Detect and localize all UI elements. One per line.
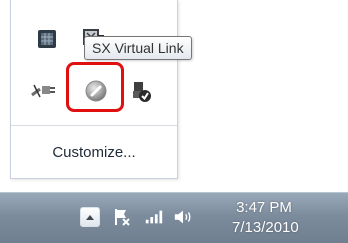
divider (11, 125, 177, 126)
customize-link[interactable]: Customize... (11, 144, 177, 161)
show-hidden-icons-button[interactable] (80, 207, 100, 227)
device-status-icon[interactable] (128, 78, 154, 104)
unplugged-cable-icon[interactable] (30, 78, 56, 104)
action-center-flag-icon[interactable] (112, 207, 132, 227)
taskbar: 3:47 PM 7/13/2010 (0, 192, 348, 243)
network-icon[interactable] (144, 207, 164, 227)
clock[interactable]: 3:47 PM 7/13/2010 (232, 198, 299, 238)
clock-date: 7/13/2010 (232, 219, 299, 236)
highlight-box (66, 62, 124, 112)
chevron-up-icon (86, 215, 94, 220)
clock-time: 3:47 PM (236, 199, 292, 216)
volume-icon[interactable] (173, 207, 193, 227)
notification-overflow-panel: Customize... (10, 0, 178, 179)
grid-box-icon[interactable] (34, 26, 60, 52)
tooltip: SX Virtual Link (84, 36, 192, 60)
